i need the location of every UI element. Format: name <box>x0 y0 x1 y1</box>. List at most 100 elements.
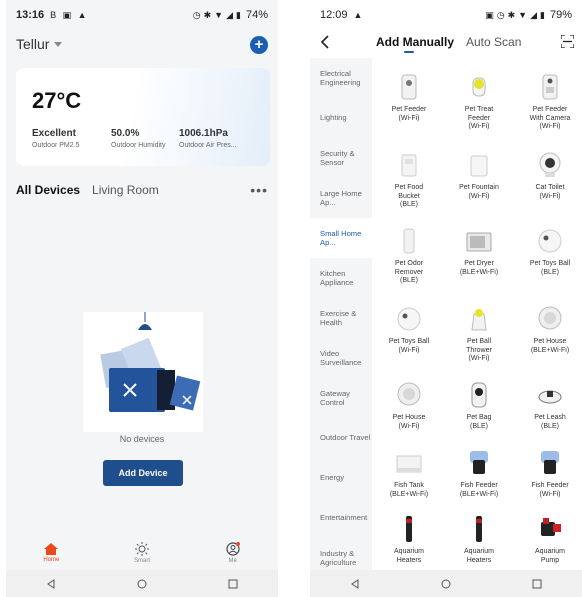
device-tile[interactable]: Pet Fountain (Wi-Fi) <box>444 150 514 201</box>
category-item[interactable]: Security & Sensor <box>310 138 372 178</box>
weather-card[interactable]: 27°C Excellent Outdoor PM2.5 50.0% Outdo… <box>16 68 270 166</box>
device-tile[interactable]: Pet Food Bucket (BLE) <box>374 150 444 210</box>
device-tile[interactable]: Pet Toys Ball (Wi-Fi) <box>374 304 444 355</box>
device-tile[interactable]: Pet Leash (BLE) <box>515 380 582 431</box>
device-name: Pet Leash (BLE) <box>534 414 566 430</box>
battery-icon: ▮ <box>540 9 545 20</box>
nav-recents-icon[interactable] <box>228 579 238 589</box>
device-tile[interactable]: Pet Feeder With Camera (Wi-Fi) <box>515 72 582 132</box>
tab-add-manually[interactable]: Add Manually <box>376 35 454 49</box>
status-right: ◷ ✱ ▼ ◢ ▮ 74% <box>193 9 268 21</box>
nav-home-icon[interactable] <box>137 579 147 589</box>
pm25-metric: Excellent Outdoor PM2.5 <box>32 128 79 149</box>
device-tile[interactable]: Aquarium Pump <box>515 514 582 565</box>
pet-odor-remover-icon <box>389 226 429 256</box>
device-tile[interactable]: Fish Feeder (Wi-Fi) <box>515 448 582 499</box>
fish-feeder-icon <box>530 448 570 478</box>
device-tile[interactable]: Fish Tank (BLE+Wi-Fi) <box>374 448 444 499</box>
add-device-button[interactable]: Add Device <box>103 460 183 486</box>
pm25-label: Outdoor PM2.5 <box>32 142 80 149</box>
device-name: Pet Odor Remover (BLE) <box>394 260 424 285</box>
device-name: Cat Toilet (Wi-Fi) <box>535 184 565 200</box>
nav-home-icon[interactable] <box>441 579 451 589</box>
category-item[interactable]: Energy <box>310 458 372 498</box>
battery-percent: 74% <box>245 9 268 21</box>
bluetooth-icon: ✱ <box>507 9 516 20</box>
add-device-screen: 12:09 ▲ ▣ ◷ ✱ ▼ ◢ ▮ 79% Add Manually Aut… <box>310 0 582 597</box>
category-item[interactable]: Gateway Control <box>310 378 372 418</box>
notification-icons: B ▣ ▲ <box>50 9 89 20</box>
category-item[interactable]: Small Home Ap... <box>310 218 372 258</box>
room-tabs: All Devices Living Room ••• <box>16 180 268 200</box>
pet-feeder-camera-icon <box>530 72 570 102</box>
device-name: Fish Tank (BLE+Wi-Fi) <box>389 482 429 498</box>
device-name: Pet Ball Thrower (Wi-Fi) <box>466 338 492 363</box>
category-item[interactable]: Lighting <box>310 98 372 138</box>
cat-toilet-icon <box>530 150 570 180</box>
pet-toys-ball-icon <box>389 304 429 334</box>
air-pressure-metric: 1006.1hPa Outdoor Air Pres... <box>179 128 237 149</box>
nav-recents-icon[interactable] <box>532 579 542 589</box>
category-item[interactable]: Video Surveillance <box>310 338 372 378</box>
device-name: Pet Food Bucket (BLE) <box>394 184 424 209</box>
bluetooth-icon: ✱ <box>203 9 212 20</box>
device-tile[interactable]: Cat Toilet (Wi-Fi) <box>515 150 582 201</box>
device-tile[interactable]: Aquarium Heaters <box>444 514 514 565</box>
tab-living-room[interactable]: Living Room <box>92 183 159 197</box>
tab-auto-scan[interactable]: Auto Scan <box>466 35 521 49</box>
pet-fountain-icon <box>459 150 499 180</box>
alarm-icon: ◷ <box>192 9 201 20</box>
category-item[interactable]: Exercise & Health <box>310 298 372 338</box>
home-icon <box>44 543 59 555</box>
pet-food-bucket-icon <box>389 150 429 180</box>
no-devices-illustration <box>83 312 203 432</box>
temperature: 27°C <box>32 88 82 113</box>
pet-feeder-icon <box>389 72 429 102</box>
device-tile[interactable]: Aquarium Heaters <box>374 514 444 565</box>
air-pressure-value: 1006.1hPa <box>179 128 228 139</box>
notification-icons: ▲ <box>353 10 365 20</box>
device-name: Aquarium Heaters <box>464 548 494 564</box>
device-tile[interactable]: Pet Odor Remover (BLE) <box>374 226 444 286</box>
category-item[interactable]: Kitchen Appliance <box>310 258 372 298</box>
device-tile[interactable]: Pet Treat Feeder (Wi-Fi) <box>444 72 514 132</box>
tab-home[interactable]: Home <box>6 536 97 570</box>
device-tile[interactable]: Fish Feeder (BLE+Wi-Fi) <box>444 448 514 499</box>
tab-me[interactable]: Me <box>187 536 278 570</box>
nav-back-icon[interactable] <box>350 578 360 589</box>
category-item[interactable]: Large Home Ap... <box>310 178 372 218</box>
aquarium-heater-icon <box>389 514 429 544</box>
android-nav-bar <box>6 570 278 597</box>
tab-smart[interactable]: Smart <box>97 536 188 570</box>
tab-me-label: Me <box>228 558 237 564</box>
device-name: Pet Toys Ball (BLE) <box>529 260 571 276</box>
empty-folder-illustration-icon <box>100 312 201 412</box>
device-tile[interactable]: Pet Toys Ball (BLE) <box>515 226 582 277</box>
tab-all-devices[interactable]: All Devices <box>16 183 80 197</box>
screenshot-stage: 13:16 B ▣ ▲ ◷ ✱ ▼ ◢ ▮ 74% Tellur + 27°C … <box>0 0 582 597</box>
device-name: Pet House (Wi-Fi) <box>392 414 426 430</box>
category-item[interactable]: Electrical Engineering <box>310 58 372 98</box>
device-tile[interactable]: Pet House (Wi-Fi) <box>374 380 444 431</box>
add-device-header: Add Manually Auto Scan <box>310 30 582 54</box>
category-item[interactable]: Outdoor Travel <box>310 418 372 458</box>
bottom-tab-bar: Home Smart Me <box>6 536 278 570</box>
pet-dryer-icon <box>459 226 499 256</box>
device-tile[interactable]: Pet Bag (BLE) <box>444 380 514 431</box>
device-tile[interactable]: Pet Ball Thrower (Wi-Fi) <box>444 304 514 364</box>
add-plus-icon[interactable]: + <box>250 36 268 54</box>
humidity-label: Outdoor Humidity <box>111 142 166 149</box>
aquarium-heater-icon <box>459 514 499 544</box>
pet-ball-thrower-icon <box>459 304 499 334</box>
device-tile[interactable]: Pet Dryer (BLE+Wi-Fi) <box>444 226 514 277</box>
scan-qr-icon[interactable] <box>561 35 574 48</box>
wifi-icon: ▼ <box>214 10 224 20</box>
back-chevron-icon[interactable] <box>320 35 330 49</box>
nav-back-icon[interactable] <box>46 578 56 589</box>
more-options-icon[interactable]: ••• <box>250 182 268 198</box>
pet-treat-feeder-icon <box>459 72 499 102</box>
home-selector[interactable]: Tellur <box>16 36 63 54</box>
device-tile[interactable]: Pet House (BLE+Wi-Fi) <box>515 304 582 355</box>
category-item[interactable]: Entertainment <box>310 498 372 538</box>
device-tile[interactable]: Pet Feeder (Wi-Fi) <box>374 72 444 123</box>
